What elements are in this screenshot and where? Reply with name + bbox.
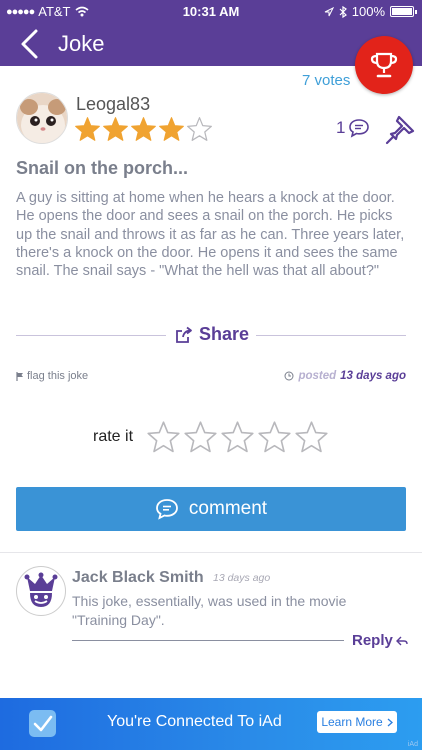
comment-time: 13 days ago <box>213 572 271 584</box>
cat-avatar-image <box>17 93 67 143</box>
star-filled-icon <box>131 117 156 141</box>
posted-time: 13 days ago <box>340 370 406 382</box>
star-filled-icon <box>159 117 184 141</box>
rate-stars <box>146 420 329 455</box>
star-filled-icon <box>103 117 128 141</box>
learn-more-label: Learn More <box>321 715 383 729</box>
share-button[interactable]: Share <box>174 324 249 345</box>
author-rating-stars <box>74 116 213 143</box>
bluetooth-icon <box>339 5 347 18</box>
author-username[interactable]: Leogal83 <box>76 94 150 115</box>
share-label: Share <box>199 324 250 344</box>
star-empty-icon <box>187 117 212 141</box>
joke-title: Snail on the porch... <box>16 158 189 178</box>
author-avatar[interactable] <box>16 92 68 144</box>
flag-icon <box>16 371 23 381</box>
iad-brand: iAd <box>407 741 418 748</box>
reply-icon <box>395 636 408 645</box>
comment-count[interactable]: 1 <box>336 118 370 138</box>
reply-label: Reply <box>352 632 393 649</box>
share-icon <box>176 326 192 343</box>
posted-info: posted 13 days ago <box>284 370 406 382</box>
trophy-button[interactable] <box>355 36 413 94</box>
location-icon <box>324 6 334 16</box>
posted-label: posted <box>298 370 337 382</box>
comment-button-label: comment <box>188 498 268 519</box>
comment-button[interactable]: comment <box>16 487 406 531</box>
joke-body: A guy is sitting at home when he hears a… <box>16 190 405 280</box>
battery-label: 100% <box>351 4 385 19</box>
rate-star-3-icon[interactable] <box>220 420 255 455</box>
share-divider-right <box>256 335 406 336</box>
battery-icon <box>390 6 417 17</box>
reply-button[interactable]: Reply <box>352 632 408 649</box>
commenter-avatar[interactable] <box>16 566 66 616</box>
rate-star-1-icon[interactable] <box>146 420 181 455</box>
clock-icon <box>284 371 294 381</box>
comment-icon <box>156 499 178 520</box>
rate-label: rate it <box>93 428 134 445</box>
ad-banner[interactable]: You're Connected To iAd Learn More iAd <box>0 698 422 750</box>
comment-bubble-icon <box>349 119 370 138</box>
comment-count-label: 1 <box>336 118 346 137</box>
rate-star-5-icon[interactable] <box>294 420 329 455</box>
trophy-icon <box>370 52 398 78</box>
flag-joke-link[interactable]: flag this joke <box>16 370 88 382</box>
commenter-name[interactable]: Jack Black Smith <box>72 569 204 587</box>
comment-text: This joke, essentially, was used in the … <box>72 593 347 628</box>
share-divider-left <box>16 335 166 336</box>
status-bar: ●●●●● AT&T 10:31 AM 100% <box>0 0 422 22</box>
share-row: Share <box>16 324 406 348</box>
page-title: Joke <box>58 31 105 56</box>
ad-text: You're Connected To iAd <box>107 713 282 730</box>
learn-more-button[interactable]: Learn More <box>317 711 397 733</box>
comment-underline <box>72 640 344 641</box>
rate-star-2-icon[interactable] <box>183 420 218 455</box>
checkmark-icon <box>29 710 56 737</box>
jester-avatar-icon <box>24 572 58 607</box>
status-right: 100% <box>324 4 417 19</box>
back-chevron-icon[interactable] <box>16 28 44 60</box>
rate-star-4-icon[interactable] <box>257 420 292 455</box>
chevron-right-icon <box>387 718 393 726</box>
flag-label: flag this joke <box>27 370 89 382</box>
votes-count[interactable]: 7 votes <box>302 72 350 89</box>
pin-icon[interactable] <box>385 113 417 145</box>
star-filled-icon <box>75 117 100 141</box>
section-divider <box>0 552 422 553</box>
